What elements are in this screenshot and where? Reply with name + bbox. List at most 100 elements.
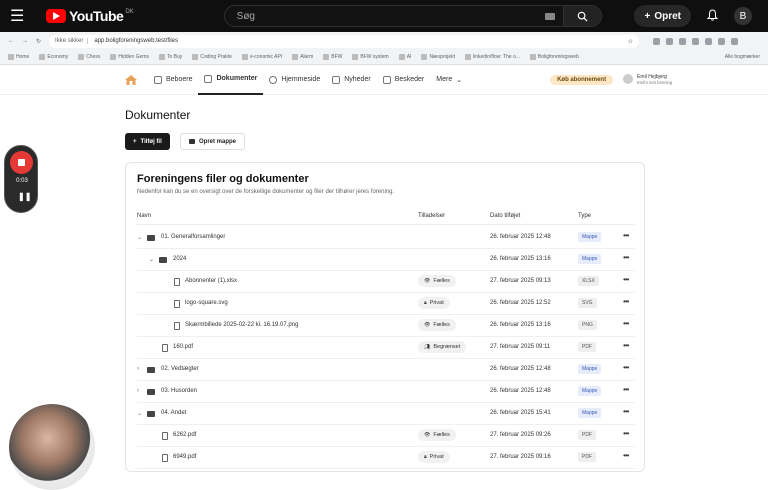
extension-icon[interactable] (731, 37, 739, 45)
table-row[interactable]: ⌄ 2024 26. februar 2025 13:16 Mappe ••• (137, 249, 635, 271)
more-actions-icon[interactable]: ••• (623, 253, 629, 262)
row-name[interactable]: 01. Generalforsamlinger (161, 234, 225, 240)
table-row[interactable]: 160.pdf 👥︎ Begrænset 27. februar 2025 09:11… (137, 337, 635, 359)
table-row[interactable]: logo-square.svg 🔒︎ Privat 26. februar 2025 … (137, 293, 635, 315)
row-name[interactable]: 04. Andet (161, 410, 186, 416)
table-row[interactable]: ⌄ 01. Generalforsamlinger 26. februar 2025… (137, 227, 635, 249)
extension-icon[interactable] (692, 37, 700, 45)
row-name[interactable]: 2024 (173, 256, 186, 262)
extension-icon[interactable] (666, 37, 674, 45)
bookmark[interactable]: To Buy (158, 54, 182, 60)
permission-badge[interactable]: 👁︎ Fælles (418, 429, 456, 441)
add-file-button[interactable]: + Tilføj fil (125, 133, 170, 150)
all-bookmarks[interactable]: Alle bogmærker (725, 54, 760, 60)
search-input[interactable]: Søg (223, 5, 564, 27)
bookmark[interactable]: AI (398, 54, 411, 60)
row-name[interactable]: 160.pdf (173, 344, 193, 350)
bookmark[interactable]: e-conomic API (241, 54, 282, 60)
bookmark[interactable]: Home (8, 54, 29, 60)
bookmark[interactable]: Coding Prakte (192, 54, 232, 60)
col-type[interactable]: Type (578, 213, 591, 219)
star-icon[interactable]: ☆ (628, 38, 633, 45)
extension-icon[interactable] (705, 37, 713, 45)
more-actions-icon[interactable]: ••• (623, 341, 629, 350)
search-button[interactable] (563, 5, 602, 27)
more-actions-icon[interactable]: ••• (623, 407, 629, 416)
table-row[interactable]: Skærmbillede 2025-02-22 kl. 16.19.07.png… (137, 315, 635, 337)
more-actions-icon[interactable]: ••• (623, 275, 629, 284)
permission-badge[interactable]: 👁︎ Fælles (418, 319, 456, 331)
security-label[interactable]: Ikke sikker (55, 38, 89, 44)
row-name[interactable]: 02. Vedtægter (161, 366, 199, 372)
bookmark[interactable]: Economy (39, 54, 68, 60)
table-row[interactable]: 6949.pdf 🔒︎ Privat 27. februar 2025 09:16 PD… (137, 447, 635, 469)
menu-icon[interactable]: ☰ (10, 6, 32, 26)
nav-mere[interactable]: Mere ⌄ (430, 65, 468, 95)
extension-icon[interactable] (653, 37, 661, 45)
row-name[interactable]: logo-square.svg (185, 300, 228, 306)
row-name[interactable]: Skærmbillede 2025-02-22 kl. 16.19.07.png (185, 322, 298, 328)
chevron-right-icon[interactable]: › (137, 388, 139, 394)
nav-beskeder[interactable]: Beskeder (377, 65, 431, 95)
bookmark[interactable]: Hidden Gems (110, 54, 149, 60)
table-row[interactable]: › 02. Vedtægter 26. februar 2025 12:48 Mapp… (137, 359, 635, 381)
address-bar[interactable]: Ikke sikker app.boligforeningsweb.test/f… (49, 34, 640, 48)
back-icon[interactable]: ← (8, 38, 14, 44)
permission-badge[interactable]: 👁︎ Fælles (418, 275, 456, 287)
eye-icon: 👁︎ (424, 322, 431, 328)
chevron-down-icon[interactable]: ⌄ (137, 410, 142, 417)
chevron-down-icon[interactable]: ⌄ (137, 234, 142, 241)
extension-icon[interactable] (718, 37, 726, 45)
col-permissions[interactable]: Tilladelser (418, 213, 445, 219)
row-name[interactable]: Abonnenter (1).xlsx (185, 278, 237, 284)
forward-icon[interactable]: → (22, 38, 28, 44)
extension-icon[interactable] (679, 37, 687, 45)
row-name[interactable]: 6949.pdf (173, 454, 196, 460)
more-actions-icon[interactable]: ••• (623, 297, 629, 306)
bookmark[interactable]: Chess (78, 54, 100, 60)
user-menu[interactable]: Emil Hejbjerg Emil's test forening (623, 74, 672, 86)
bookmark[interactable]: Næsprojekt (421, 54, 455, 60)
bookmark[interactable]: BFW (323, 54, 342, 60)
more-actions-icon[interactable]: ••• (623, 363, 629, 372)
keyboard-icon[interactable] (544, 13, 555, 20)
nav-nyheder[interactable]: Nyheder (326, 65, 376, 95)
youtube-logo[interactable]: YouTube DK (46, 8, 134, 24)
stop-recording-button[interactable] (10, 151, 33, 174)
bookmark[interactable]: Boligforeningsweb (529, 54, 579, 60)
reload-icon[interactable]: ↻ (36, 38, 41, 45)
nav-beboere[interactable]: Beboere (148, 65, 198, 95)
permission-badge[interactable]: 👥︎ Begrænset (418, 341, 467, 353)
bookmark[interactable]: linkedin/flow: The o... (465, 54, 520, 60)
table-row[interactable]: ⌄ 04. Andet 26. februar 2025 15:41 Mappe ••• (137, 403, 635, 425)
table-row[interactable]: › 03. Husorden 26. februar 2025 12:48 Mappe… (137, 381, 635, 403)
col-name[interactable]: Navn (137, 213, 151, 219)
more-actions-icon[interactable]: ••• (623, 231, 629, 240)
home-logo-icon[interactable] (124, 74, 138, 86)
bell-icon[interactable] (706, 8, 719, 24)
create-button[interactable]: + Opret (634, 5, 691, 27)
chevron-right-icon[interactable]: › (137, 366, 139, 372)
pause-icon[interactable]: ❚❚ (18, 192, 31, 201)
create-folder-button[interactable]: Opret mappe (180, 133, 246, 150)
bookmark[interactable]: Alarm (292, 54, 313, 60)
nav-hjemmeside[interactable]: Hjemmeside (263, 65, 326, 95)
avatar[interactable]: B (734, 7, 752, 25)
row-name[interactable]: 03. Husorden (161, 388, 197, 394)
user-org: Emil's test forening (637, 80, 673, 86)
more-actions-icon[interactable]: ••• (623, 385, 629, 394)
webcam-bubble[interactable] (9, 404, 95, 490)
more-actions-icon[interactable]: ••• (623, 319, 629, 328)
nav-dokumenter[interactable]: Dokumenter (198, 65, 264, 95)
table-row[interactable]: Abonnenter (1).xlsx 👁︎ Fælles 27. februar 2… (137, 271, 635, 293)
permission-badge[interactable]: 🔒︎ Privat (418, 297, 450, 309)
buy-subscription-button[interactable]: Køb abonnement (550, 74, 614, 85)
col-date[interactable]: Dato tilføjet (490, 213, 520, 219)
table-row[interactable]: 6262.pdf 👁︎ Fælles 27. februar 2025 09:26 PD… (137, 425, 635, 447)
chevron-down-icon[interactable]: ⌄ (149, 256, 154, 263)
row-name[interactable]: 6262.pdf (173, 432, 196, 438)
bookmark[interactable]: BFW system (352, 54, 389, 60)
more-actions-icon[interactable]: ••• (623, 429, 629, 438)
more-actions-icon[interactable]: ••• (623, 451, 629, 460)
permission-badge[interactable]: 🔒︎ Privat (418, 451, 450, 463)
